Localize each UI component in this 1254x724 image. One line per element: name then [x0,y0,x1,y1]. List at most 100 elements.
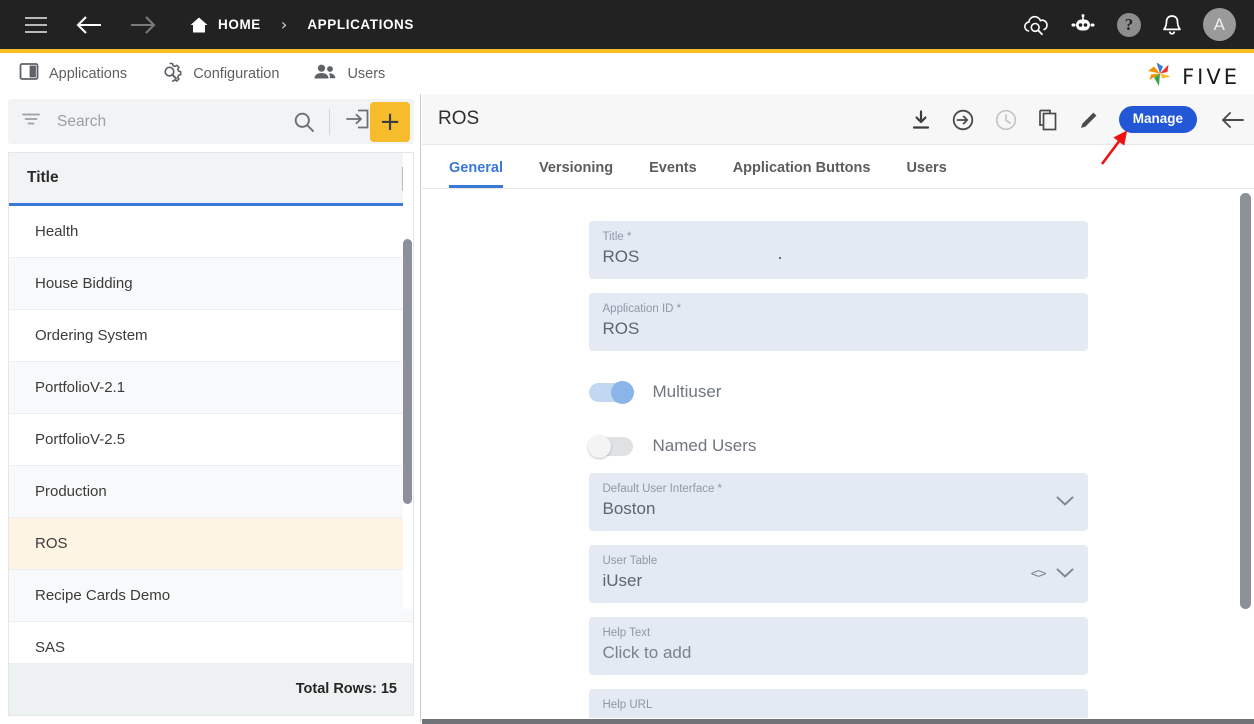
gear-search-icon [161,62,183,86]
copy-duplicate-icon[interactable] [1037,108,1059,132]
table-row[interactable]: Ordering System [9,310,413,362]
toggle-row-named-users: Named Users [587,419,1088,473]
arrow-left-icon[interactable] [1220,109,1246,131]
list-scrollbar[interactable] [403,153,413,609]
field-value: Boston [602,499,656,518]
search-bar: + [8,99,414,144]
form-inner: Title * ROS Application ID * ROS Multius… [422,189,1254,718]
tab-events[interactable]: Events [649,160,697,188]
tab-general[interactable]: General [449,160,503,188]
menu-item-label: Configuration [193,65,280,82]
sign-in-arrow-circle-icon[interactable] [951,108,975,132]
five-logo-text: FIVE [1182,64,1240,89]
help-icon[interactable]: ? [1117,12,1141,37]
arrow-right-icon[interactable] [129,14,157,36]
menu-item-users[interactable]: Users [313,63,385,85]
field-value [603,713,1074,718]
menu-item-configuration[interactable]: Configuration [161,62,279,86]
list-scrollbar-thumb[interactable] [403,239,412,504]
toggle-knob [587,434,611,458]
detail-scrollbar[interactable] [1240,193,1251,711]
field-label: Help URL [602,699,653,711]
table-row[interactable]: ROS [9,518,413,570]
toggle-label: Multiuser [652,382,722,401]
field-user-table[interactable]: User Table iUser <> [588,545,1088,603]
add-application-button[interactable]: + [370,101,410,142]
applications-list-panel: + Title Health House Bidding Ordering Syst… [0,94,421,722]
robot-icon[interactable] [1069,13,1097,36]
cursor-artifact [778,257,781,259]
table-cell-title: Ordering System [35,327,148,344]
table-row[interactable]: Production [9,466,413,518]
five-logo: FIVE [1145,60,1240,93]
field-value: ROS [602,247,640,266]
table-body: Health House Bidding Ordering System Portfo… [9,206,413,662]
table-row[interactable]: PortfolioV-2.5 [9,414,413,466]
hamburger-icon[interactable] [25,16,47,33]
detail-actions: Manage [910,94,1246,145]
breadcrumb-item-applications[interactable]: APPLICATIONS [307,17,414,32]
code-brackets-icon[interactable]: <> [1031,566,1047,582]
detail-scrollbar-thumb[interactable] [1240,193,1251,609]
top-bar-right-actions: ? A [1021,0,1236,49]
table-header-row: Title [9,153,413,206]
field-label: Application ID * [602,303,682,315]
arrow-left-icon[interactable] [75,14,103,36]
download-icon[interactable] [910,109,932,131]
general-form: Title * ROS Application ID * ROS Multius… [422,189,1254,718]
table-cell-title: House Bidding [35,275,133,292]
field-help-url[interactable]: Help URL [588,689,1088,718]
divider [329,108,330,135]
five-pinwheel-icon [1145,60,1175,93]
chevron-down-icon[interactable] [1055,566,1075,584]
chevron-down-icon[interactable] [1055,494,1075,512]
tab-application-buttons[interactable]: Application Buttons [733,160,871,188]
field-label: Default User Interface * [602,483,723,495]
table-row[interactable]: Health [9,206,413,258]
breadcrumb-item-home[interactable]: HOME [218,17,261,32]
cloud-search-icon[interactable] [1021,13,1049,37]
horizontal-scrollbar[interactable] [422,719,1254,724]
table-row[interactable]: PortfolioV-2.1 [9,362,413,414]
field-default-user-interface[interactable]: Default User Interface * Boston [588,473,1088,531]
page-title: ROS [438,108,480,129]
avatar[interactable]: A [1203,8,1236,41]
application-detail-panel: ROS Manage General Versioning Events App… [422,94,1254,722]
menu-item-applications[interactable]: Applications [19,62,127,85]
panel-layout-icon [19,62,39,85]
breadcrumb-separator: › [280,15,288,34]
edit-pencil-icon[interactable] [1078,109,1100,131]
table-row[interactable]: Recipe Cards Demo [9,570,413,622]
field-value: ROS [602,319,640,338]
named-users-toggle[interactable] [587,434,633,458]
table-cell-title: ROS [35,535,68,552]
field-label: Title * [602,231,632,243]
filter-icon[interactable] [22,112,42,131]
history-clock-icon[interactable] [994,108,1018,132]
field-help-text[interactable]: Help Text Click to add [588,617,1088,675]
toggle-row-multiuser: Multiuser [588,365,1088,419]
column-header-title[interactable]: Title [27,169,59,187]
table-cell-title: Production [35,483,107,500]
home-icon [189,16,209,34]
table-cell-title: Recipe Cards Demo [35,587,171,604]
table-row[interactable]: SAS [9,622,413,662]
field-label: Help Text [602,627,651,639]
menu-row: Applications Configuration Users FIVE [0,53,1254,94]
notifications-bell-icon[interactable] [1161,13,1183,37]
multiuser-toggle[interactable] [588,380,634,404]
table-cell-title: PortfolioV-2.1 [35,379,126,396]
manage-button[interactable]: Manage [1118,106,1197,133]
detail-tabs: General Versioning Events Application Butto… [422,145,1254,189]
total-rows-label: Total Rows: 15 [9,663,413,715]
toggle-label: Named Users [652,436,757,455]
tab-versioning[interactable]: Versioning [539,160,613,188]
search-input[interactable] [55,111,293,132]
field-title[interactable]: Title * ROS [588,221,1088,279]
field-application-id[interactable]: Application ID * ROS [588,293,1088,351]
import-arrow-into-box-icon[interactable] [344,108,370,135]
table-row[interactable]: House Bidding [9,258,413,310]
search-icon[interactable] [293,111,315,133]
field-label: User Table [602,555,658,567]
tab-users[interactable]: Users [906,160,946,188]
